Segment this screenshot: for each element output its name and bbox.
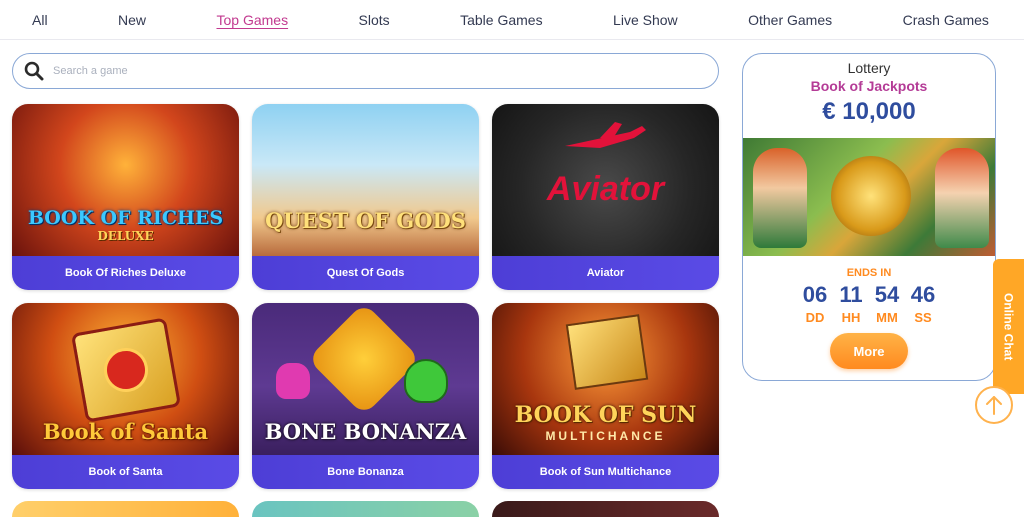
game-art-title: Book of Santa [42, 418, 209, 444]
timer-value: 06 [802, 282, 828, 307]
potion-icon [276, 363, 310, 399]
skull-icon [404, 359, 448, 403]
plane-icon [565, 122, 646, 148]
category-tabs: All New Top Games Slots Table Games Live… [0, 0, 1024, 40]
tab-slots[interactable]: Slots [359, 12, 390, 28]
fairy-icon [935, 148, 989, 248]
pot-of-gold-icon [831, 156, 911, 236]
timer-value: 11 [839, 282, 863, 307]
game-art-title: BONE BONANZA [264, 418, 467, 444]
arrow-up-icon [986, 396, 1002, 415]
tab-crash-games[interactable]: Crash Games [903, 12, 989, 28]
game-card-partial[interactable] [12, 501, 239, 517]
game-card-partial[interactable] [252, 501, 479, 517]
timer-seconds: 46 SS [910, 282, 936, 325]
game-art-subtitle: MULTICHANCE [545, 429, 666, 443]
game-card-book-of-riches-deluxe[interactable]: BOOK OF RICHES DELUXE Book Of Riches Del… [12, 104, 239, 290]
online-chat-tab[interactable]: Online Chat [993, 259, 1024, 394]
game-thumbnail: BONE BONANZA [252, 303, 479, 455]
countdown-timer: 06 DD 11 HH 54 MM 46 SS [743, 282, 995, 325]
lottery-amount: € 10,000 [822, 98, 916, 125]
game-art-title: QUEST OF GODS [265, 207, 466, 233]
timer-unit: SS [914, 310, 932, 325]
timer-minutes: 54 MM [874, 282, 900, 325]
game-thumbnail: BOOK OF SUN MULTICHANCE [492, 303, 719, 455]
timer-days: 06 DD [802, 282, 828, 325]
sun-mask-icon [307, 303, 421, 416]
casino-page: All New Top Games Slots Table Games Live… [0, 0, 1024, 517]
tab-live-show[interactable]: Live Show [613, 12, 678, 28]
tab-top-games[interactable]: Top Games [216, 12, 288, 28]
game-card-book-of-sun-multichance[interactable]: BOOK OF SUN MULTICHANCE Book of Sun Mult… [492, 303, 719, 489]
lottery-name[interactable]: Book of Jackpots [743, 78, 995, 94]
game-art-title: BOOK OF SUN [514, 402, 697, 428]
game-thumbnail: QUEST OF GODS [252, 104, 479, 256]
game-title: Quest Of Gods [252, 256, 479, 290]
timer-value: 46 [910, 282, 936, 307]
online-chat-label: Online Chat [1001, 292, 1016, 361]
timer-unit: DD [805, 310, 825, 325]
search-bar[interactable] [12, 53, 719, 89]
lottery-title: Lottery [847, 60, 891, 76]
game-card-partial[interactable] [492, 501, 719, 517]
game-art-title: BOOK OF RICHES [27, 206, 224, 229]
game-title: Bone Bonanza [252, 455, 479, 489]
tab-new[interactable]: New [118, 12, 146, 28]
game-title: Book Of Riches Deluxe [12, 256, 239, 290]
book-icon [565, 314, 649, 390]
timer-value: 54 [874, 282, 900, 307]
ends-in-label: ENDS IN [846, 267, 892, 279]
book-icon [70, 317, 182, 423]
game-thumbnail: BOOK OF RICHES DELUXE [12, 104, 239, 256]
tab-other-games[interactable]: Other Games [748, 12, 832, 28]
game-title: Book of Sun Multichance [492, 455, 719, 489]
timer-unit: MM [876, 310, 898, 325]
game-title: Book of Santa [12, 455, 239, 489]
scroll-to-top-button[interactable] [975, 386, 1013, 424]
search-icon [23, 60, 45, 82]
lottery-banner [743, 138, 995, 256]
game-card-quest-of-gods[interactable]: QUEST OF GODS Quest Of Gods [252, 104, 479, 290]
tab-table-games[interactable]: Table Games [460, 12, 542, 28]
leprechaun-icon [753, 148, 807, 248]
tab-all[interactable]: All [32, 12, 48, 28]
game-card-aviator[interactable]: Aviator Aviator [492, 104, 719, 290]
timer-unit: HH [841, 310, 861, 325]
lottery-widget: Lottery Book of Jackpots € 10,000 ENDS I… [742, 53, 996, 381]
game-title: Aviator [492, 256, 719, 290]
more-button[interactable]: More [830, 333, 908, 369]
game-thumbnail: Aviator [492, 104, 719, 256]
game-card-bone-bonanza[interactable]: BONE BONANZA Bone Bonanza [252, 303, 479, 489]
game-art-subtitle: DELUXE [97, 228, 154, 243]
search-input[interactable] [53, 65, 718, 77]
game-card-book-of-santa[interactable]: Book of Santa Book of Santa [12, 303, 239, 489]
game-art-title: Aviator [546, 170, 665, 208]
timer-hours: 11 HH [838, 282, 864, 325]
game-thumbnail: Book of Santa [12, 303, 239, 455]
